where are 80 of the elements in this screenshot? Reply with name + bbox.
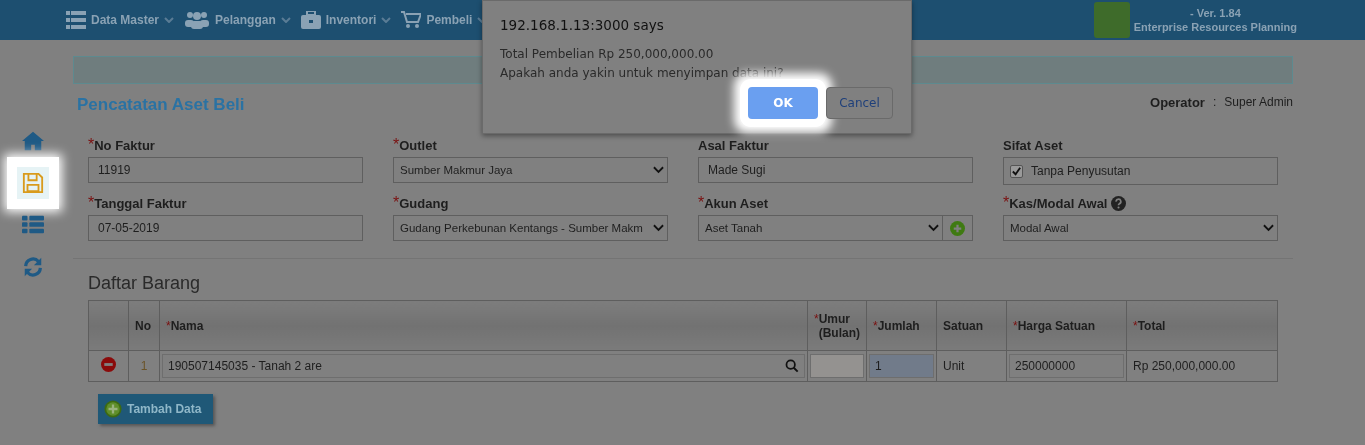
search-icon [785,359,799,373]
menu-item[interactable]: Pelanggan [184,11,291,29]
plus-icon [104,400,122,418]
chevron-icon [653,166,664,174]
separator-text: : [1212,95,1217,110]
remove-button[interactable] [101,357,116,372]
refresh-icon [22,256,44,278]
chevron-icon [653,224,664,232]
version-text: - Ver. 1.84 [1190,6,1241,20]
add-button[interactable] [943,215,973,241]
field-label: Asal Faktur [698,137,769,153]
required-mark: * [814,311,819,326]
select-field[interactable]: Aset Tanah [698,215,943,241]
select-field[interactable]: Modal Awal [1003,215,1278,241]
save-icon [22,172,44,194]
text-field[interactable]: 250000000 [1009,354,1124,378]
section-title: Daftar Barang [88,273,202,294]
column-header: Nama [170,318,204,333]
home-icon [22,130,44,152]
minus-circle-icon [101,357,116,372]
field-label: Gudang [399,195,449,211]
column-header: Jumlah [877,318,920,333]
users-icon [184,11,211,29]
cancel-button[interactable]: Cancel [826,87,893,119]
menu-item[interactable]: Data Master [66,11,175,29]
table-cell: 1 [128,350,160,382]
required-mark: * [88,194,95,212]
field-label: Outlet [399,137,437,153]
text-field[interactable]: Made Sugi [698,157,973,183]
app-name: Enterprise Resources Planning [1133,20,1297,34]
text-field[interactable]: 07-05-2019 [88,215,363,241]
checkbox-label: Tanpa Penyusutan [1031,164,1131,178]
column-header: Total [1137,318,1166,333]
menu-item[interactable]: Pembeli [401,11,488,29]
column-header: Harga Satuan [1017,318,1096,333]
logo-picture [1093,2,1130,38]
required-mark: * [88,136,95,154]
plus-icon [950,220,965,236]
text-field[interactable] [810,354,864,378]
select-field[interactable]: Sumber Makmur Jaya [393,157,668,183]
briefcase-icon [300,11,321,29]
field-label: Akun Aset [704,195,769,211]
required-mark: * [1013,318,1018,333]
caret-icon [164,17,175,23]
page-title: Pencatatan Aset Beli [77,95,245,115]
list-icon [66,11,86,29]
checkbox[interactable] [1010,164,1023,178]
dialog-title: 192.168.1.13:3000 says [500,17,665,33]
required-mark: * [873,318,878,333]
text-field[interactable]: 11919 [88,157,363,183]
operator-name: Super Admin [1224,95,1293,110]
chevron-icon [928,224,939,232]
field-label: Kas/Modal Awal [1009,195,1108,211]
column-header: Satuan [943,318,983,333]
field-label: Tanggal Faktur [94,195,187,211]
table-cell: Unit [936,350,1007,382]
field-label: No Faktur [94,137,155,153]
caret-icon [381,17,392,23]
chevron-icon [1263,224,1274,232]
required-mark: * [393,136,400,154]
add-data-button[interactable]: Tambah Data [98,394,214,424]
dialog-message: Apakah anda yakin untuk menyimpan data ini? [500,65,785,82]
required-mark: * [1003,194,1010,212]
field-label: Sifat Aset [1003,137,1063,153]
required-mark: * [1133,318,1138,333]
cart-icon [401,11,422,29]
column-header: Umur (Bulan) [818,311,860,340]
text-field[interactable]: 1 [869,354,934,378]
required-mark: * [393,194,400,212]
caret-icon [280,17,291,23]
search-field[interactable]: 190507145035 - Tanah 2 are [162,354,805,378]
table-cell: Rp 250,000,000.00 [1126,350,1278,382]
operator-label: Operator [1150,95,1205,110]
required-mark: * [698,194,705,212]
column-header: No [135,318,151,333]
menu-item[interactable]: Inventori [300,11,392,29]
select-field[interactable]: Gudang Perkebunan Kentangs - Sumber Makm [393,215,668,241]
dialog-message: Total Pembelian Rp 250,000,000.00 [500,46,715,63]
required-mark: * [166,318,171,333]
list-icon [22,214,44,236]
